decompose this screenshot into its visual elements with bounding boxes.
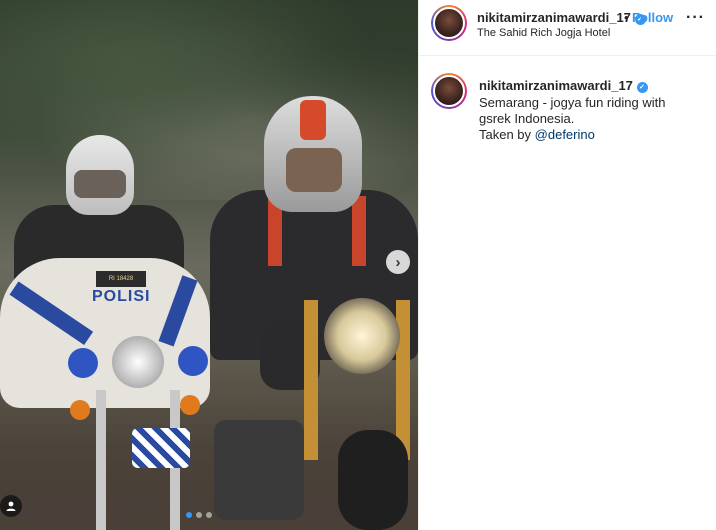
police-fender: [132, 428, 190, 468]
location-link[interactable]: The Sahid Rich Jogja Hotel: [477, 27, 610, 39]
police-badge: RI 18428: [96, 271, 146, 287]
police-turn-signal: [180, 395, 200, 415]
motorcycle-headlight: [324, 298, 400, 374]
police-headlight: [112, 336, 164, 388]
more-options-icon[interactable]: ···: [686, 9, 705, 27]
user-tag-icon-glyph: [6, 501, 16, 511]
post-info-panel: nikitamirzanimawardi_17 ✓ • Follow The S…: [418, 0, 716, 530]
caption-credit-prefix: Taken by: [479, 127, 535, 142]
caption-username-text[interactable]: nikitamirzanimawardi_17: [479, 78, 633, 93]
carousel-dot: [206, 512, 212, 518]
carousel-dot-active: [186, 512, 192, 518]
post-media[interactable]: RI 18428 POLISI ›: [0, 0, 418, 530]
user-tag-icon[interactable]: [0, 495, 22, 517]
carousel-next-icon[interactable]: ›: [386, 250, 410, 274]
caption-line: gsrek Indonesia.: [479, 111, 575, 126]
follow-button[interactable]: Follow: [632, 10, 673, 25]
caption-credit: Taken by @deferino: [479, 127, 699, 143]
caption-username[interactable]: nikitamirzanimawardi_17 ✓: [479, 78, 648, 93]
police-rider-visor: [74, 170, 126, 198]
verified-badge-icon: ✓: [636, 82, 648, 93]
police-turn-signal: [70, 400, 90, 420]
rider-jacket-stripe: [352, 196, 366, 266]
caption-line: Semarang - jogya fun riding with: [479, 95, 666, 110]
header-username-text[interactable]: nikitamirzanimawardi_17: [477, 10, 631, 25]
header-separator: •: [624, 10, 629, 25]
police-blue-light: [178, 346, 208, 376]
police-label: POLISI: [92, 288, 151, 305]
avatar[interactable]: [431, 5, 467, 41]
carousel-dot: [196, 512, 202, 518]
mention-link[interactable]: @deferino: [535, 127, 595, 142]
police-blue-light: [68, 348, 98, 378]
motorcycle-engine: [214, 420, 304, 520]
caption-text: Semarang - jogya fun riding with gsrek I…: [479, 95, 699, 143]
motorcycle-fork: [304, 300, 318, 460]
header-username[interactable]: nikitamirzanimawardi_17 ✓: [477, 10, 646, 25]
rider-face: [286, 148, 342, 192]
carousel-indicator: [186, 512, 212, 518]
post-header: nikitamirzanimawardi_17 ✓ • Follow The S…: [419, 0, 716, 56]
avatar[interactable]: [431, 73, 467, 109]
rider-helmet-stripe: [300, 100, 326, 140]
motorcycle-tire: [338, 430, 408, 530]
police-fork: [96, 390, 106, 530]
